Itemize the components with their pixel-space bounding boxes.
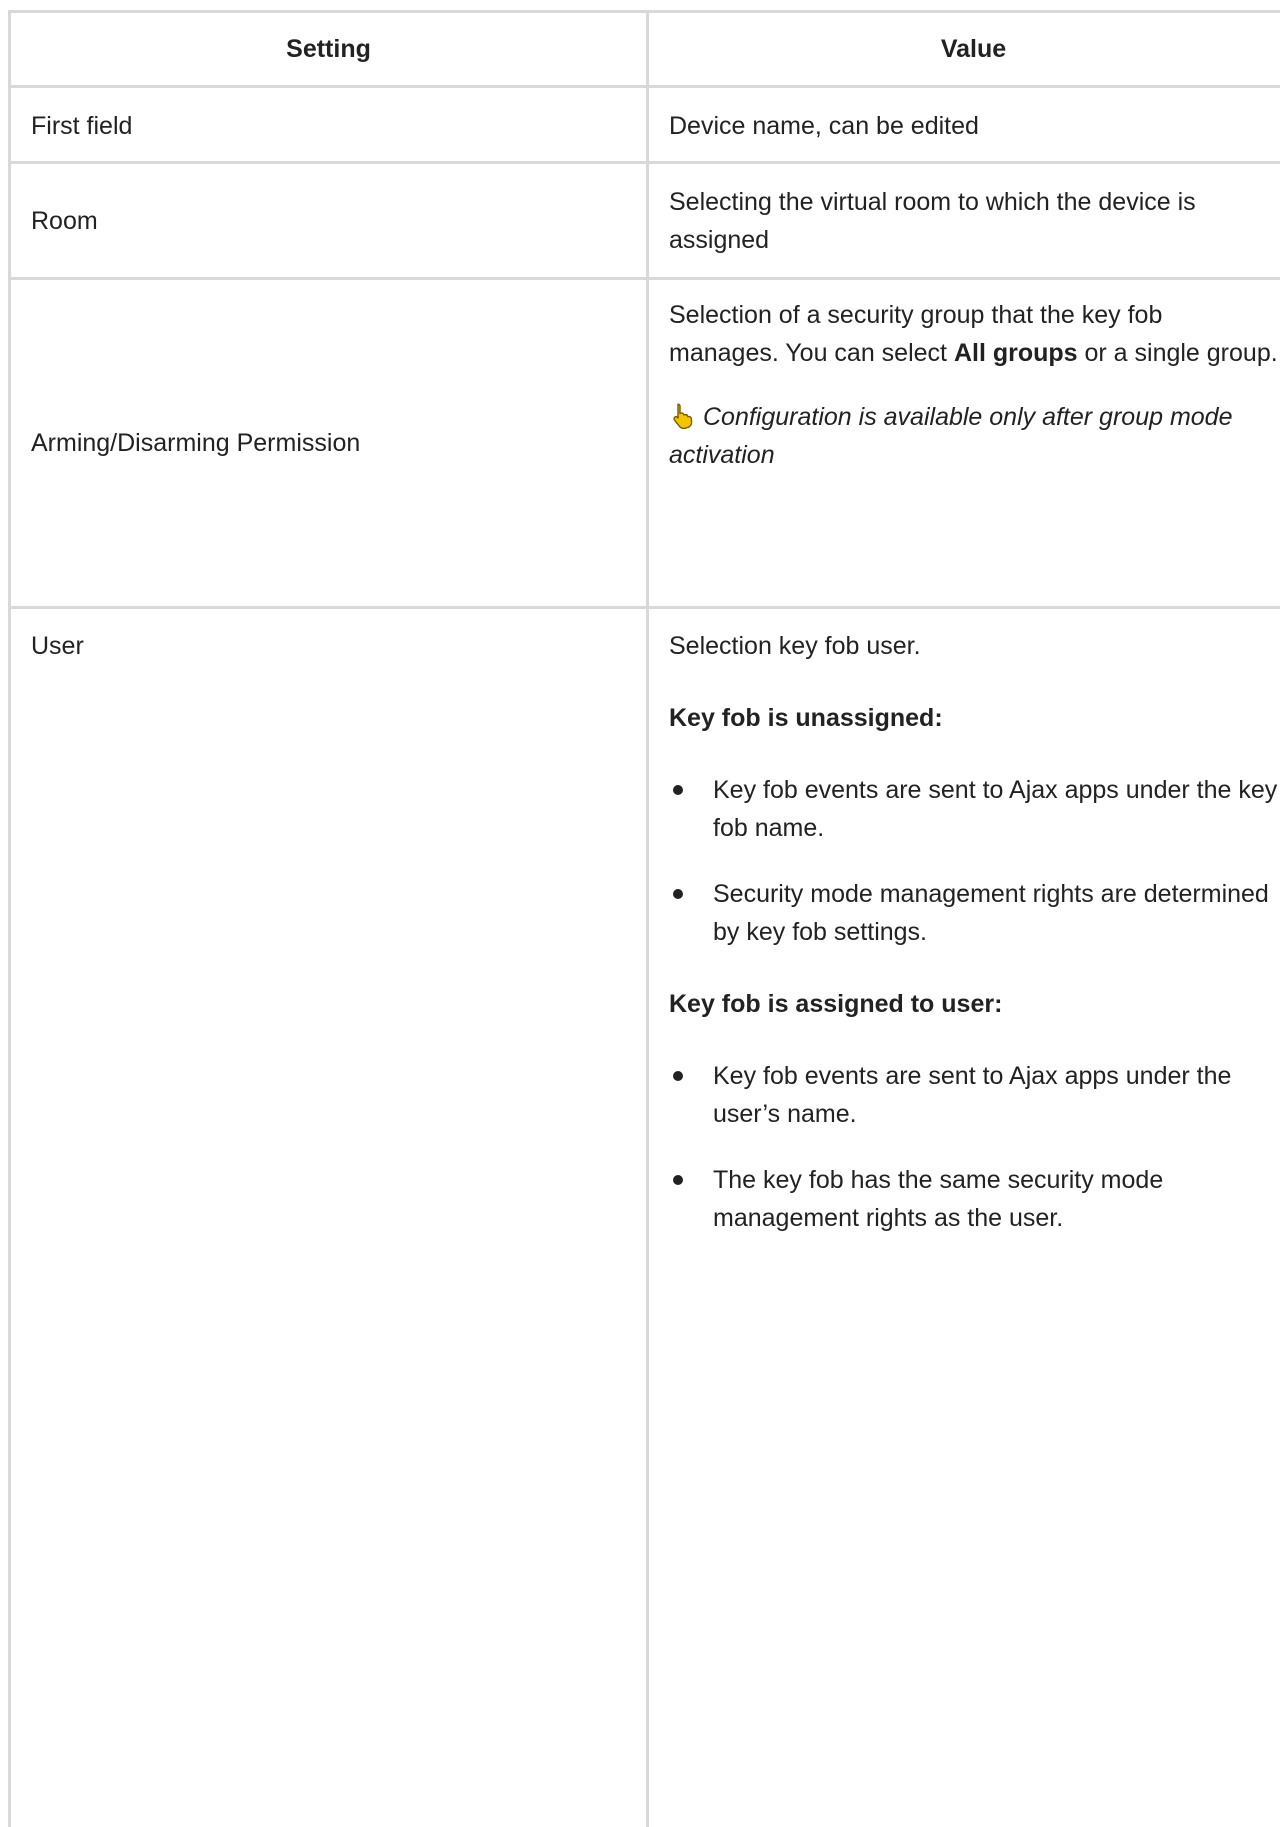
pointing-hand-icon — [669, 401, 697, 429]
list-item: Key fob events are sent to Ajax apps und… — [669, 771, 1278, 847]
setting-cell: Arming/Disarming Permission — [10, 279, 648, 608]
user-intro: Selection key fob user. — [669, 627, 1278, 665]
assigned-list: Key fob events are sent to Ajax apps und… — [669, 1057, 1278, 1237]
setting-cell: User — [10, 608, 648, 1827]
value-cell: Device name, can be edited — [648, 87, 1280, 163]
setting-cell: First field — [10, 87, 648, 163]
table-header-row: Setting Value — [10, 12, 1280, 87]
all-groups-emphasis: All groups — [954, 339, 1078, 367]
list-item: The key fob has the same security mode m… — [669, 1161, 1278, 1237]
column-header-setting: Setting — [10, 12, 648, 87]
list-item: Security mode management rights are dete… — [669, 875, 1278, 951]
bullet-icon — [673, 889, 683, 899]
assigned-heading: Key fob is assigned to user: — [669, 985, 1278, 1023]
permission-note: Configuration is available only after gr… — [669, 398, 1278, 474]
bullet-icon — [673, 1175, 683, 1185]
unassigned-heading: Key fob is unassigned: — [669, 699, 1278, 737]
bullet-icon — [673, 785, 683, 795]
value-cell: Selection of a security group that the k… — [648, 279, 1280, 608]
list-item: Key fob events are sent to Ajax apps und… — [669, 1057, 1278, 1133]
bullet-icon — [673, 1071, 683, 1081]
setting-cell: Room — [10, 163, 648, 279]
settings-table: Setting Value First field Device name, c… — [8, 10, 1280, 1827]
unassigned-list: Key fob events are sent to Ajax apps und… — [669, 771, 1278, 951]
table-row: Arming/Disarming Permission Selection of… — [10, 279, 1280, 608]
table-row: First field Device name, can be edited — [10, 87, 1280, 163]
column-header-value: Value — [648, 12, 1280, 87]
value-cell: Selection key fob user. Key fob is unass… — [648, 608, 1280, 1827]
permission-description: Selection of a security group that the k… — [669, 296, 1278, 372]
table-row: Room Selecting the virtual room to which… — [10, 163, 1280, 279]
value-cell: Selecting the virtual room to which the … — [648, 163, 1280, 279]
table-row: User Selection key fob user. Key fob is … — [10, 608, 1280, 1827]
